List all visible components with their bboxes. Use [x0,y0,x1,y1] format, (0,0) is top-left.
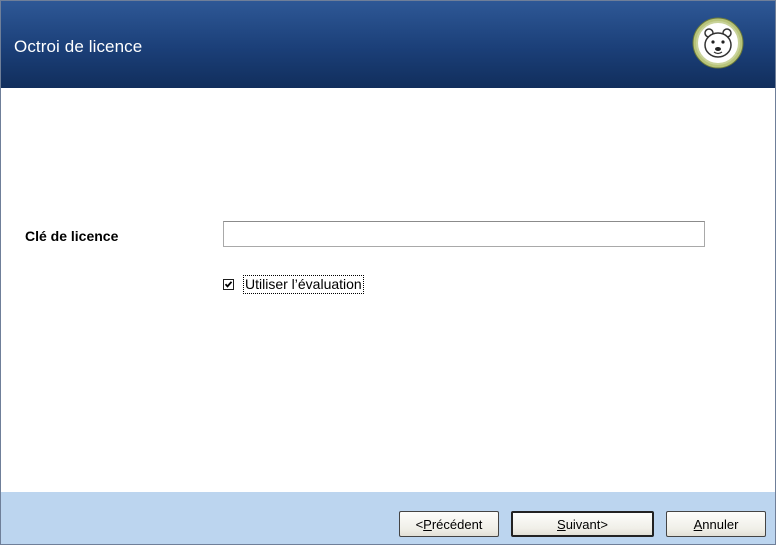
evaluation-checkbox[interactable] [223,278,234,290]
previous-button[interactable]: < Précédent [399,511,499,537]
next-button-accel: S [557,516,566,532]
previous-button-accel: P [423,516,432,532]
next-button-label: uivant> [565,516,608,532]
cancel-button-label: nnuler [702,516,739,532]
dialog-content: Clé de licence Utiliser l’évaluation [1,88,775,492]
license-key-input[interactable] [223,221,705,247]
cancel-button[interactable]: Annuler [666,511,766,537]
cancel-button-accel: A [693,516,703,532]
previous-button-label: récédent [431,516,483,532]
previous-button-prefix: < [415,516,424,532]
evaluation-checkbox-row[interactable]: Utiliser l’évaluation [223,274,364,294]
dialog-header: Octroi de licence [1,1,775,88]
next-button[interactable]: Suivant> [511,511,654,537]
evaluation-checkbox-label[interactable]: Utiliser l’évaluation [243,274,364,294]
license-key-label: Clé de licence [25,228,119,244]
polar-bear-icon [692,17,744,69]
license-dialog: Octroi de licence Clé de licence Utilise… [0,0,776,545]
dialog-footer: < Précédent Suivant> Annuler [1,492,775,544]
checkmark-icon [224,280,233,288]
page-title: Octroi de licence [14,37,143,56]
